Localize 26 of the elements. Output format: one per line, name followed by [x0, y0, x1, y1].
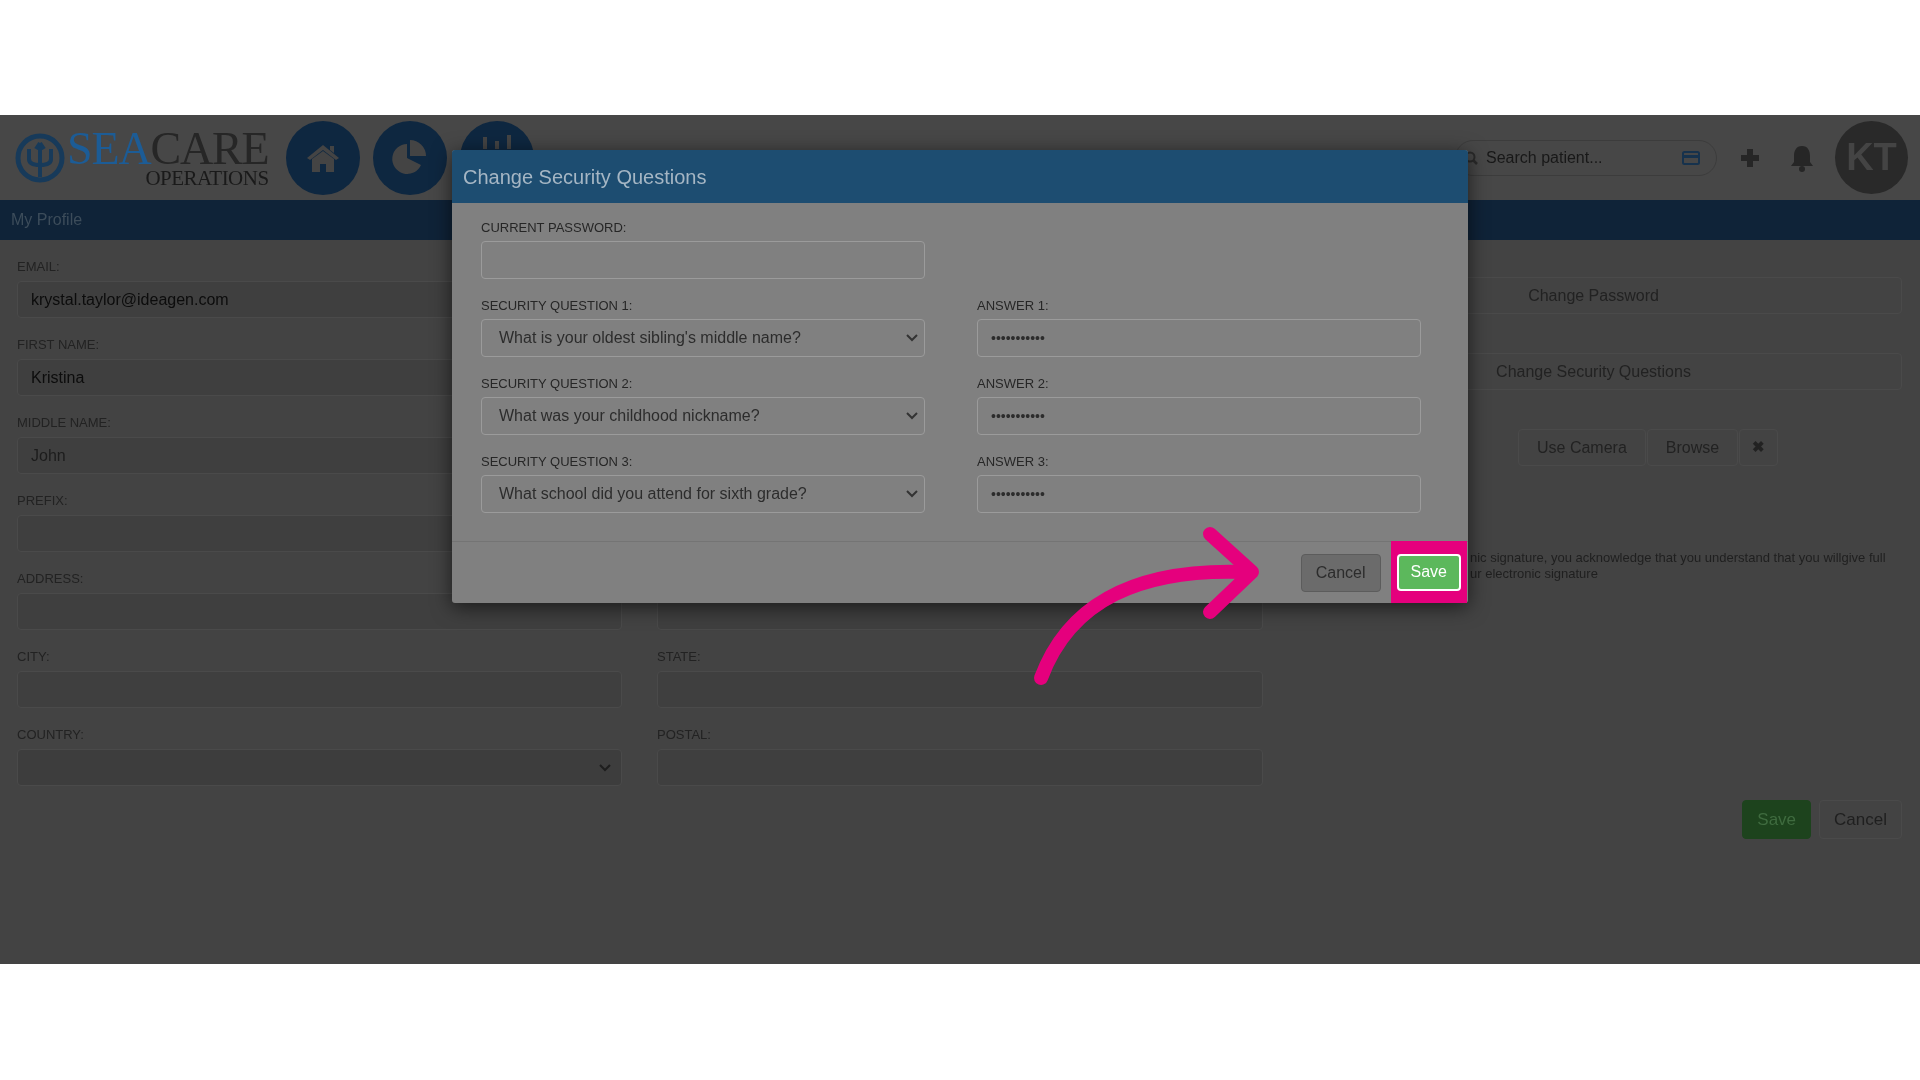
country-select[interactable] [17, 749, 622, 786]
answer-field[interactable]: ••••••••••• [977, 475, 1421, 513]
field-label: ANSWER 2: [977, 375, 1050, 392]
chevron-down-icon [906, 334, 918, 342]
password-field[interactable] [481, 241, 925, 279]
save-button[interactable]: Save [1396, 553, 1461, 591]
chevron-down-icon [599, 763, 611, 772]
answer-field[interactable]: ••••••••••• [977, 397, 1421, 435]
answer-field[interactable]: ••••••••••• [977, 319, 1421, 357]
input-field[interactable] [657, 671, 1263, 708]
dialog-title: Change Security Questions [463, 164, 707, 190]
field-label: ANSWER 1: [977, 297, 1050, 314]
add-icon[interactable] [1739, 146, 1761, 169]
card-icon [1682, 150, 1700, 165]
input-field[interactable] [17, 593, 622, 630]
field-label: ANSWER 3: [977, 453, 1050, 470]
notification-bell-icon[interactable] [1789, 143, 1815, 172]
cancel-button[interactable]: Cancel [1300, 553, 1381, 592]
clear-button[interactable]: ✖ [1739, 429, 1779, 466]
chevron-down-icon [906, 412, 918, 420]
field-label: CURRENT PASSWORD: [481, 219, 628, 236]
question-select[interactable]: What is your oldest sibling's middle name? [481, 319, 925, 357]
chevron-down-icon [906, 490, 918, 498]
question-select[interactable]: What was your childhood nickname? [481, 397, 925, 435]
question-select[interactable]: What school did you attend for sixth grade? [481, 475, 925, 513]
trident-logo-icon [15, 132, 65, 183]
